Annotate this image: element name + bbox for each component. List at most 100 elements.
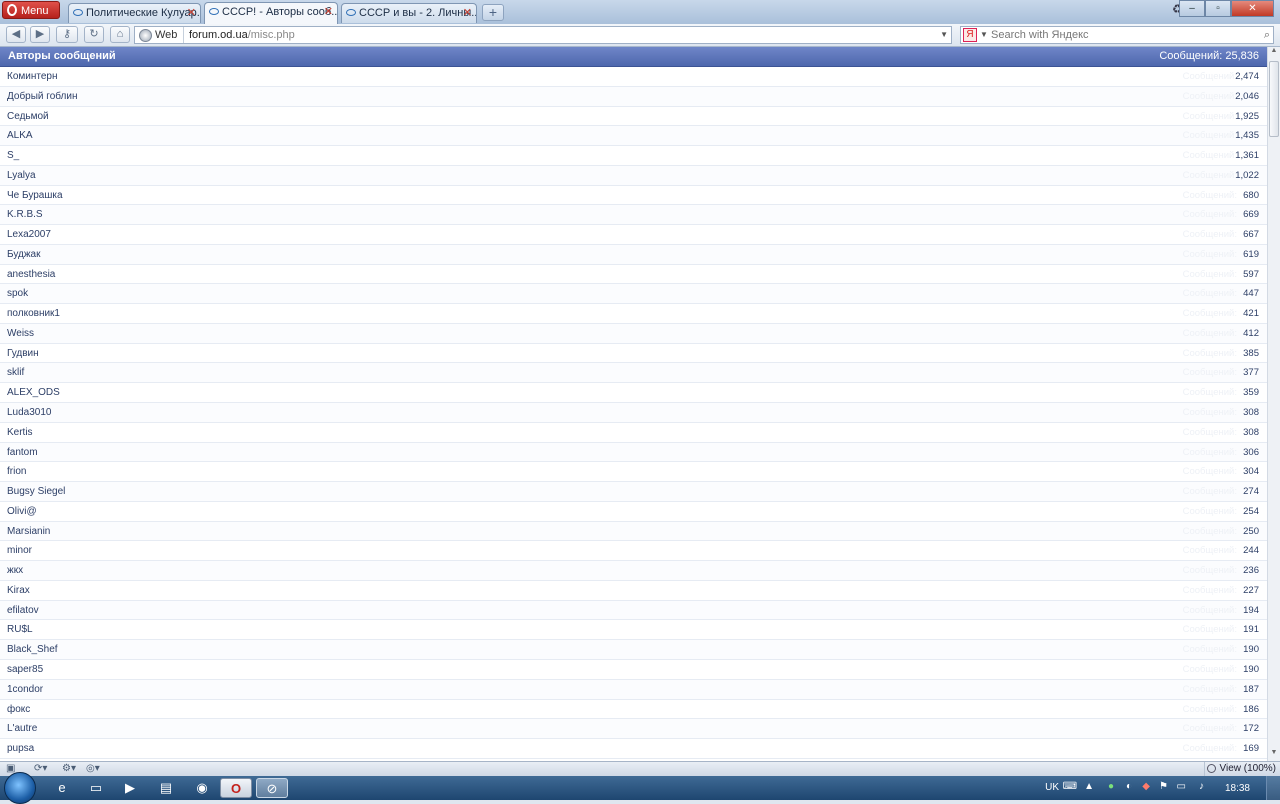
total-posts: Сообщений: 25,836 xyxy=(1159,50,1259,62)
media-player-icon[interactable]: ▶ xyxy=(114,778,146,798)
app-taskbar-icon[interactable]: ⊘ xyxy=(256,778,288,798)
author-name-link[interactable]: anesthesia xyxy=(7,269,55,280)
author-name-link[interactable]: Буджак xyxy=(7,249,40,260)
tab-1-close-icon[interactable]: ✕ xyxy=(187,4,196,23)
address-field[interactable]: Web forum.od.ua/misc.php ▼ xyxy=(134,26,952,44)
alert-icon[interactable]: ◆ xyxy=(1142,781,1150,792)
author-name-link[interactable]: L'autre xyxy=(7,723,37,734)
globe-icon xyxy=(139,29,152,42)
show-desktop-button[interactable] xyxy=(1266,776,1280,800)
clock[interactable]: 18:38 xyxy=(1225,783,1250,794)
author-name-link[interactable]: фокс xyxy=(7,704,30,715)
back-button[interactable]: ◀ xyxy=(6,26,26,43)
author-name-link[interactable]: Lyalya xyxy=(7,170,36,181)
author-name-link[interactable]: sklif xyxy=(7,367,24,378)
opera-taskbar-icon[interactable]: O xyxy=(220,778,252,798)
address-dropdown-icon[interactable]: ▼ xyxy=(940,27,948,43)
author-name-link[interactable]: ALKA xyxy=(7,130,33,141)
search-engine-dropdown-icon[interactable]: ▼ xyxy=(980,27,988,43)
author-name-link[interactable]: полковник1 xyxy=(7,308,60,319)
minimize-button[interactable]: – xyxy=(1179,0,1205,17)
posts-label: Сообщений: xyxy=(1182,71,1237,82)
author-name-link[interactable]: minor xyxy=(7,545,32,556)
tab-2[interactable]: СССР! - Авторы сооб... ✕ xyxy=(204,2,338,24)
author-name-link[interactable]: Kertis xyxy=(7,427,33,438)
author-name-link[interactable]: S_ xyxy=(7,150,19,161)
author-name-link[interactable]: frion xyxy=(7,466,26,477)
author-name-link[interactable]: K.R.B.S xyxy=(7,209,43,220)
update-icon[interactable]: ◐ xyxy=(1126,781,1132,792)
author-name-link[interactable]: Kirax xyxy=(7,585,30,596)
table-row: Kertis Сообщений: 308 xyxy=(0,423,1267,443)
opera-menu-button[interactable]: Menu xyxy=(2,1,60,19)
post-count: 194 xyxy=(1243,604,1259,616)
eye-app-icon[interactable]: ◉ xyxy=(186,778,218,798)
site-info-badge[interactable]: Web xyxy=(139,27,177,43)
post-count: 187 xyxy=(1243,683,1259,695)
maximize-button[interactable]: ▫ xyxy=(1205,0,1231,17)
explorer-folder-icon[interactable]: ▭ xyxy=(80,778,112,798)
tab-3-close-icon[interactable]: ✕ xyxy=(463,4,472,23)
author-name-link[interactable]: spok xyxy=(7,288,28,299)
unite-icon[interactable]: ⚙▾ xyxy=(62,763,76,775)
ie-icon[interactable]: e xyxy=(46,778,78,798)
author-name-link[interactable]: Lexa2007 xyxy=(7,229,51,240)
author-name-link[interactable]: 1condor xyxy=(7,684,43,695)
author-name-link[interactable]: Olivi@ xyxy=(7,506,37,517)
yandex-icon[interactable]: Я xyxy=(963,28,977,42)
scroll-up-arrow-icon[interactable]: ▲ xyxy=(1268,47,1280,59)
author-name-link[interactable]: Седьмой xyxy=(7,111,49,122)
reload-button[interactable]: ↻ xyxy=(84,26,104,43)
tab-1[interactable]: Политические Кулуар... ✕ xyxy=(68,3,201,23)
author-name-link[interactable]: Че Бурашка xyxy=(7,190,63,201)
post-count: 359 xyxy=(1243,387,1259,399)
author-name-link[interactable]: saper85 xyxy=(7,664,43,675)
connection-icon[interactable]: ▭ xyxy=(1177,781,1186,792)
posts-label: Сообщений: xyxy=(1182,169,1237,181)
start-button[interactable] xyxy=(4,772,36,804)
close-window-button[interactable]: ✕ xyxy=(1231,0,1274,17)
author-name-link[interactable]: Black_Shef xyxy=(7,644,58,655)
search-placeholder: Search with Яндекс xyxy=(991,29,1089,41)
tab-3[interactable]: СССР и вы - 2. Личны... ✕ xyxy=(341,3,477,23)
turbo-icon[interactable]: ◎▾ xyxy=(86,763,100,775)
zoom-control[interactable]: View (100%) xyxy=(1204,762,1276,776)
author-name-link[interactable]: Добрый гоблин xyxy=(7,91,78,102)
scroll-down-arrow-icon[interactable]: ▼ xyxy=(1268,749,1280,761)
search-icon[interactable]: ⌕ xyxy=(1264,27,1270,43)
author-name-link[interactable]: Коминтерн xyxy=(7,71,57,82)
tray-expand-icon[interactable]: ▲ xyxy=(1084,781,1094,792)
author-name-link[interactable]: Bugsy Siegel xyxy=(7,486,65,497)
author-name-link[interactable]: fantom xyxy=(7,447,38,458)
author-name-link[interactable]: RU$L xyxy=(7,624,33,635)
post-count: 172 xyxy=(1243,723,1259,735)
scrollbar-thumb[interactable] xyxy=(1269,61,1279,137)
author-name-link[interactable]: Luda3010 xyxy=(7,407,52,418)
home-button[interactable]: ⌂ xyxy=(110,26,130,43)
vertical-scrollbar[interactable]: ▲ ▼ xyxy=(1267,47,1280,761)
author-name-link[interactable]: efilatov xyxy=(7,605,39,616)
author-name-link[interactable]: жкх xyxy=(7,565,23,576)
key-icon[interactable]: ⚷ xyxy=(56,26,78,43)
posts-label: Сообщений: xyxy=(1182,446,1237,458)
search-field[interactable]: Я ▼ Search with Яндекс ⌕ xyxy=(960,26,1274,44)
flag-icon[interactable]: ⚑ xyxy=(1159,781,1168,792)
network-status-icon[interactable]: ● xyxy=(1108,781,1114,792)
film-app-icon[interactable]: ▤ xyxy=(150,778,182,798)
author-name-link[interactable]: Marsianin xyxy=(7,526,50,537)
table-row: Lexa2007 Сообщений: 667 xyxy=(0,225,1267,245)
table-row: saper85 Сообщений: 190 xyxy=(0,660,1267,680)
tab-3-title: СССР и вы - 2. Личны... xyxy=(359,7,477,19)
language-indicator[interactable]: UK xyxy=(1045,782,1059,793)
author-name-link[interactable]: Weiss xyxy=(7,328,34,339)
new-tab-button[interactable]: + xyxy=(482,4,504,21)
author-name-link[interactable]: pupsa xyxy=(7,743,34,754)
tab-2-close-icon[interactable]: ✕ xyxy=(324,3,333,22)
sync-icon[interactable]: ⟳▾ xyxy=(34,763,47,775)
table-row: Olivi@ Сообщений: 254 xyxy=(0,502,1267,522)
keyboard-icon[interactable]: ⌨ xyxy=(1063,781,1077,792)
volume-icon[interactable]: ♪ xyxy=(1199,781,1204,792)
author-name-link[interactable]: Гудвин xyxy=(7,348,39,359)
author-name-link[interactable]: ALEX_ODS xyxy=(7,387,60,398)
forward-button[interactable]: ▶ xyxy=(30,26,50,43)
